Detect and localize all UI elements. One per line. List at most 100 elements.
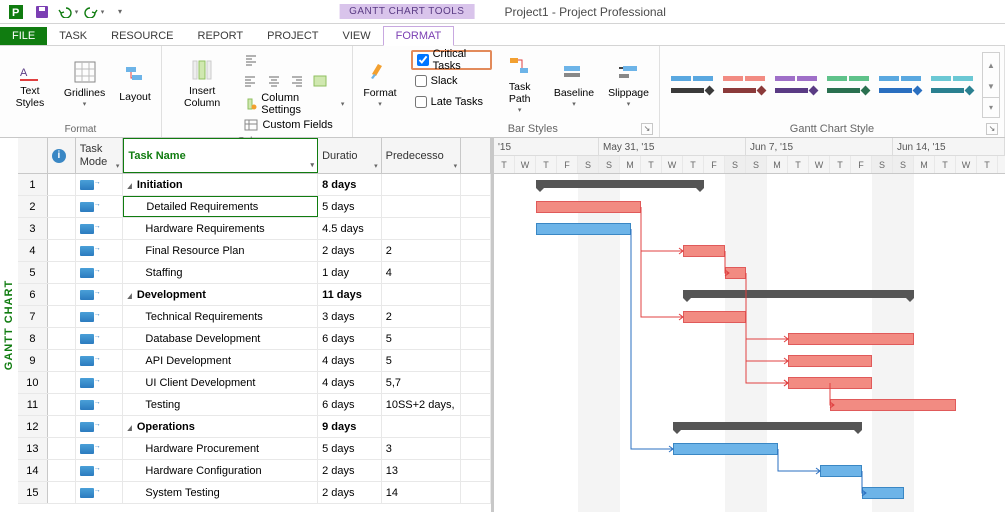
task-name-cell[interactable]: Initiation [123,174,318,195]
predecessors-cell[interactable]: 5 [382,328,461,349]
duration-cell[interactable]: 5 days [318,196,382,217]
row-number[interactable]: 8 [18,328,48,349]
predecessors-cell[interactable]: 5,7 [382,372,461,393]
style-swatch[interactable] [824,63,872,107]
row-number[interactable]: 6 [18,284,48,305]
duration-cell[interactable]: 2 days [318,240,382,261]
save-icon[interactable] [30,1,54,23]
gridlines-button[interactable]: Gridlines▾ [58,48,111,118]
duration-cell[interactable]: 2 days [318,482,382,503]
table-row[interactable]: 12 Operations 9 days [18,416,491,438]
predecessors-cell[interactable]: 14 [382,482,461,503]
extra-cell[interactable] [461,240,491,261]
table-row[interactable]: 9 API Development 4 days 5 [18,350,491,372]
task-mode-cell[interactable] [76,438,124,459]
info-cell[interactable] [48,350,76,371]
tab-task[interactable]: TASK [47,27,99,45]
table-row[interactable]: 1 Initiation 8 days [18,174,491,196]
extra-cell[interactable] [461,372,491,393]
wrap-text-button[interactable] [309,71,331,91]
task-mode-cell[interactable] [76,372,124,393]
format-paint-button[interactable]: Format▾ [357,48,402,118]
row-number[interactable]: 2 [18,196,48,217]
duration-cell[interactable]: 9 days [318,416,382,437]
task-mode-cell[interactable] [76,306,124,327]
task-mode-cell[interactable] [76,262,124,283]
task-mode-cell[interactable] [76,196,124,217]
task-name-cell[interactable]: Detailed Requirements [123,196,318,217]
predecessors-cell[interactable]: 5 [382,350,461,371]
predecessors-cell[interactable]: 2 [382,240,461,261]
task-name-cell[interactable]: System Testing [123,482,318,503]
row-number[interactable]: 1 [18,174,48,195]
predecessors-cell[interactable] [382,218,461,239]
task-bar[interactable] [673,443,778,455]
dialog-launcher-icon[interactable]: ↘ [986,123,998,135]
summary-bar[interactable] [536,180,704,188]
task-mode-cell[interactable] [76,350,124,371]
extra-cell[interactable] [461,394,491,415]
style-swatch[interactable] [928,63,976,107]
extra-cell[interactable] [461,306,491,327]
row-number[interactable]: 15 [18,482,48,503]
extra-cell[interactable] [461,284,491,305]
info-cell[interactable] [48,460,76,481]
row-number[interactable]: 11 [18,394,48,415]
task-mode-cell[interactable] [76,328,124,349]
table-row[interactable]: 14 Hardware Configuration 2 days 13 [18,460,491,482]
row-number[interactable]: 4 [18,240,48,261]
extra-cell[interactable] [461,482,491,503]
style-swatch[interactable] [876,63,924,107]
task-name-cell[interactable]: Hardware Requirements [123,218,318,239]
task-bar[interactable] [536,201,641,213]
app-icon[interactable]: P [4,1,28,23]
predecessors-cell[interactable]: 13 [382,460,461,481]
duration-cell[interactable]: 1 day [318,262,382,283]
extra-cell[interactable] [461,196,491,217]
task-name-cell[interactable]: Database Development [123,328,318,349]
task-name-cell[interactable]: API Development [123,350,318,371]
table-row[interactable]: 7 Technical Requirements 3 days 2 [18,306,491,328]
extra-cell[interactable] [461,328,491,349]
predecessors-cell[interactable]: 10SS+2 days, [382,394,461,415]
task-mode-cell[interactable] [76,460,124,481]
predecessors-cell[interactable] [382,416,461,437]
task-mode-cell[interactable] [76,240,124,261]
task-name-cell[interactable]: Operations [123,416,318,437]
duration-cell[interactable]: 2 days [318,460,382,481]
duration-cell[interactable]: 8 days [318,174,382,195]
info-cell[interactable] [48,174,76,195]
task-name-cell[interactable]: UI Client Development [123,372,318,393]
summary-bar[interactable] [683,290,914,298]
info-cell[interactable] [48,218,76,239]
view-label-sidebar[interactable]: GANTT CHART [0,138,18,512]
extra-cell[interactable] [461,460,491,481]
duration-cell[interactable]: 4.5 days [318,218,382,239]
info-cell[interactable] [48,284,76,305]
predecessors-cell[interactable]: 3 [382,438,461,459]
task-name-cell[interactable]: Final Resource Plan [123,240,318,261]
tab-file[interactable]: FILE [0,27,47,45]
task-name-cell[interactable]: Hardware Procurement [123,438,318,459]
row-number[interactable]: 12 [18,416,48,437]
info-cell[interactable] [48,262,76,283]
layout-button[interactable]: Layout [113,48,157,118]
task-bar[interactable] [830,399,956,411]
table-row[interactable]: 6 Development 11 days [18,284,491,306]
task-name-cell[interactable]: Testing [123,394,318,415]
predecessors-cell[interactable]: 2 [382,306,461,327]
tab-view[interactable]: VIEW [330,27,382,45]
tab-project[interactable]: PROJECT [255,27,330,45]
align-left-button[interactable] [240,71,262,91]
text-styles-button[interactable]: A Text Styles [4,48,56,118]
duration-cell[interactable]: 4 days [318,372,382,393]
gantt-body[interactable] [494,174,1005,512]
info-cell[interactable] [48,438,76,459]
late-tasks-checkbox[interactable]: Late Tasks [411,92,492,112]
info-cell[interactable] [48,372,76,393]
table-row[interactable]: 13 Hardware Procurement 5 days 3 [18,438,491,460]
task-mode-cell[interactable] [76,218,124,239]
undo-button[interactable]: ▾ [56,1,80,23]
table-row[interactable]: 11 Testing 6 days 10SS+2 days, [18,394,491,416]
extra-cell[interactable] [461,438,491,459]
